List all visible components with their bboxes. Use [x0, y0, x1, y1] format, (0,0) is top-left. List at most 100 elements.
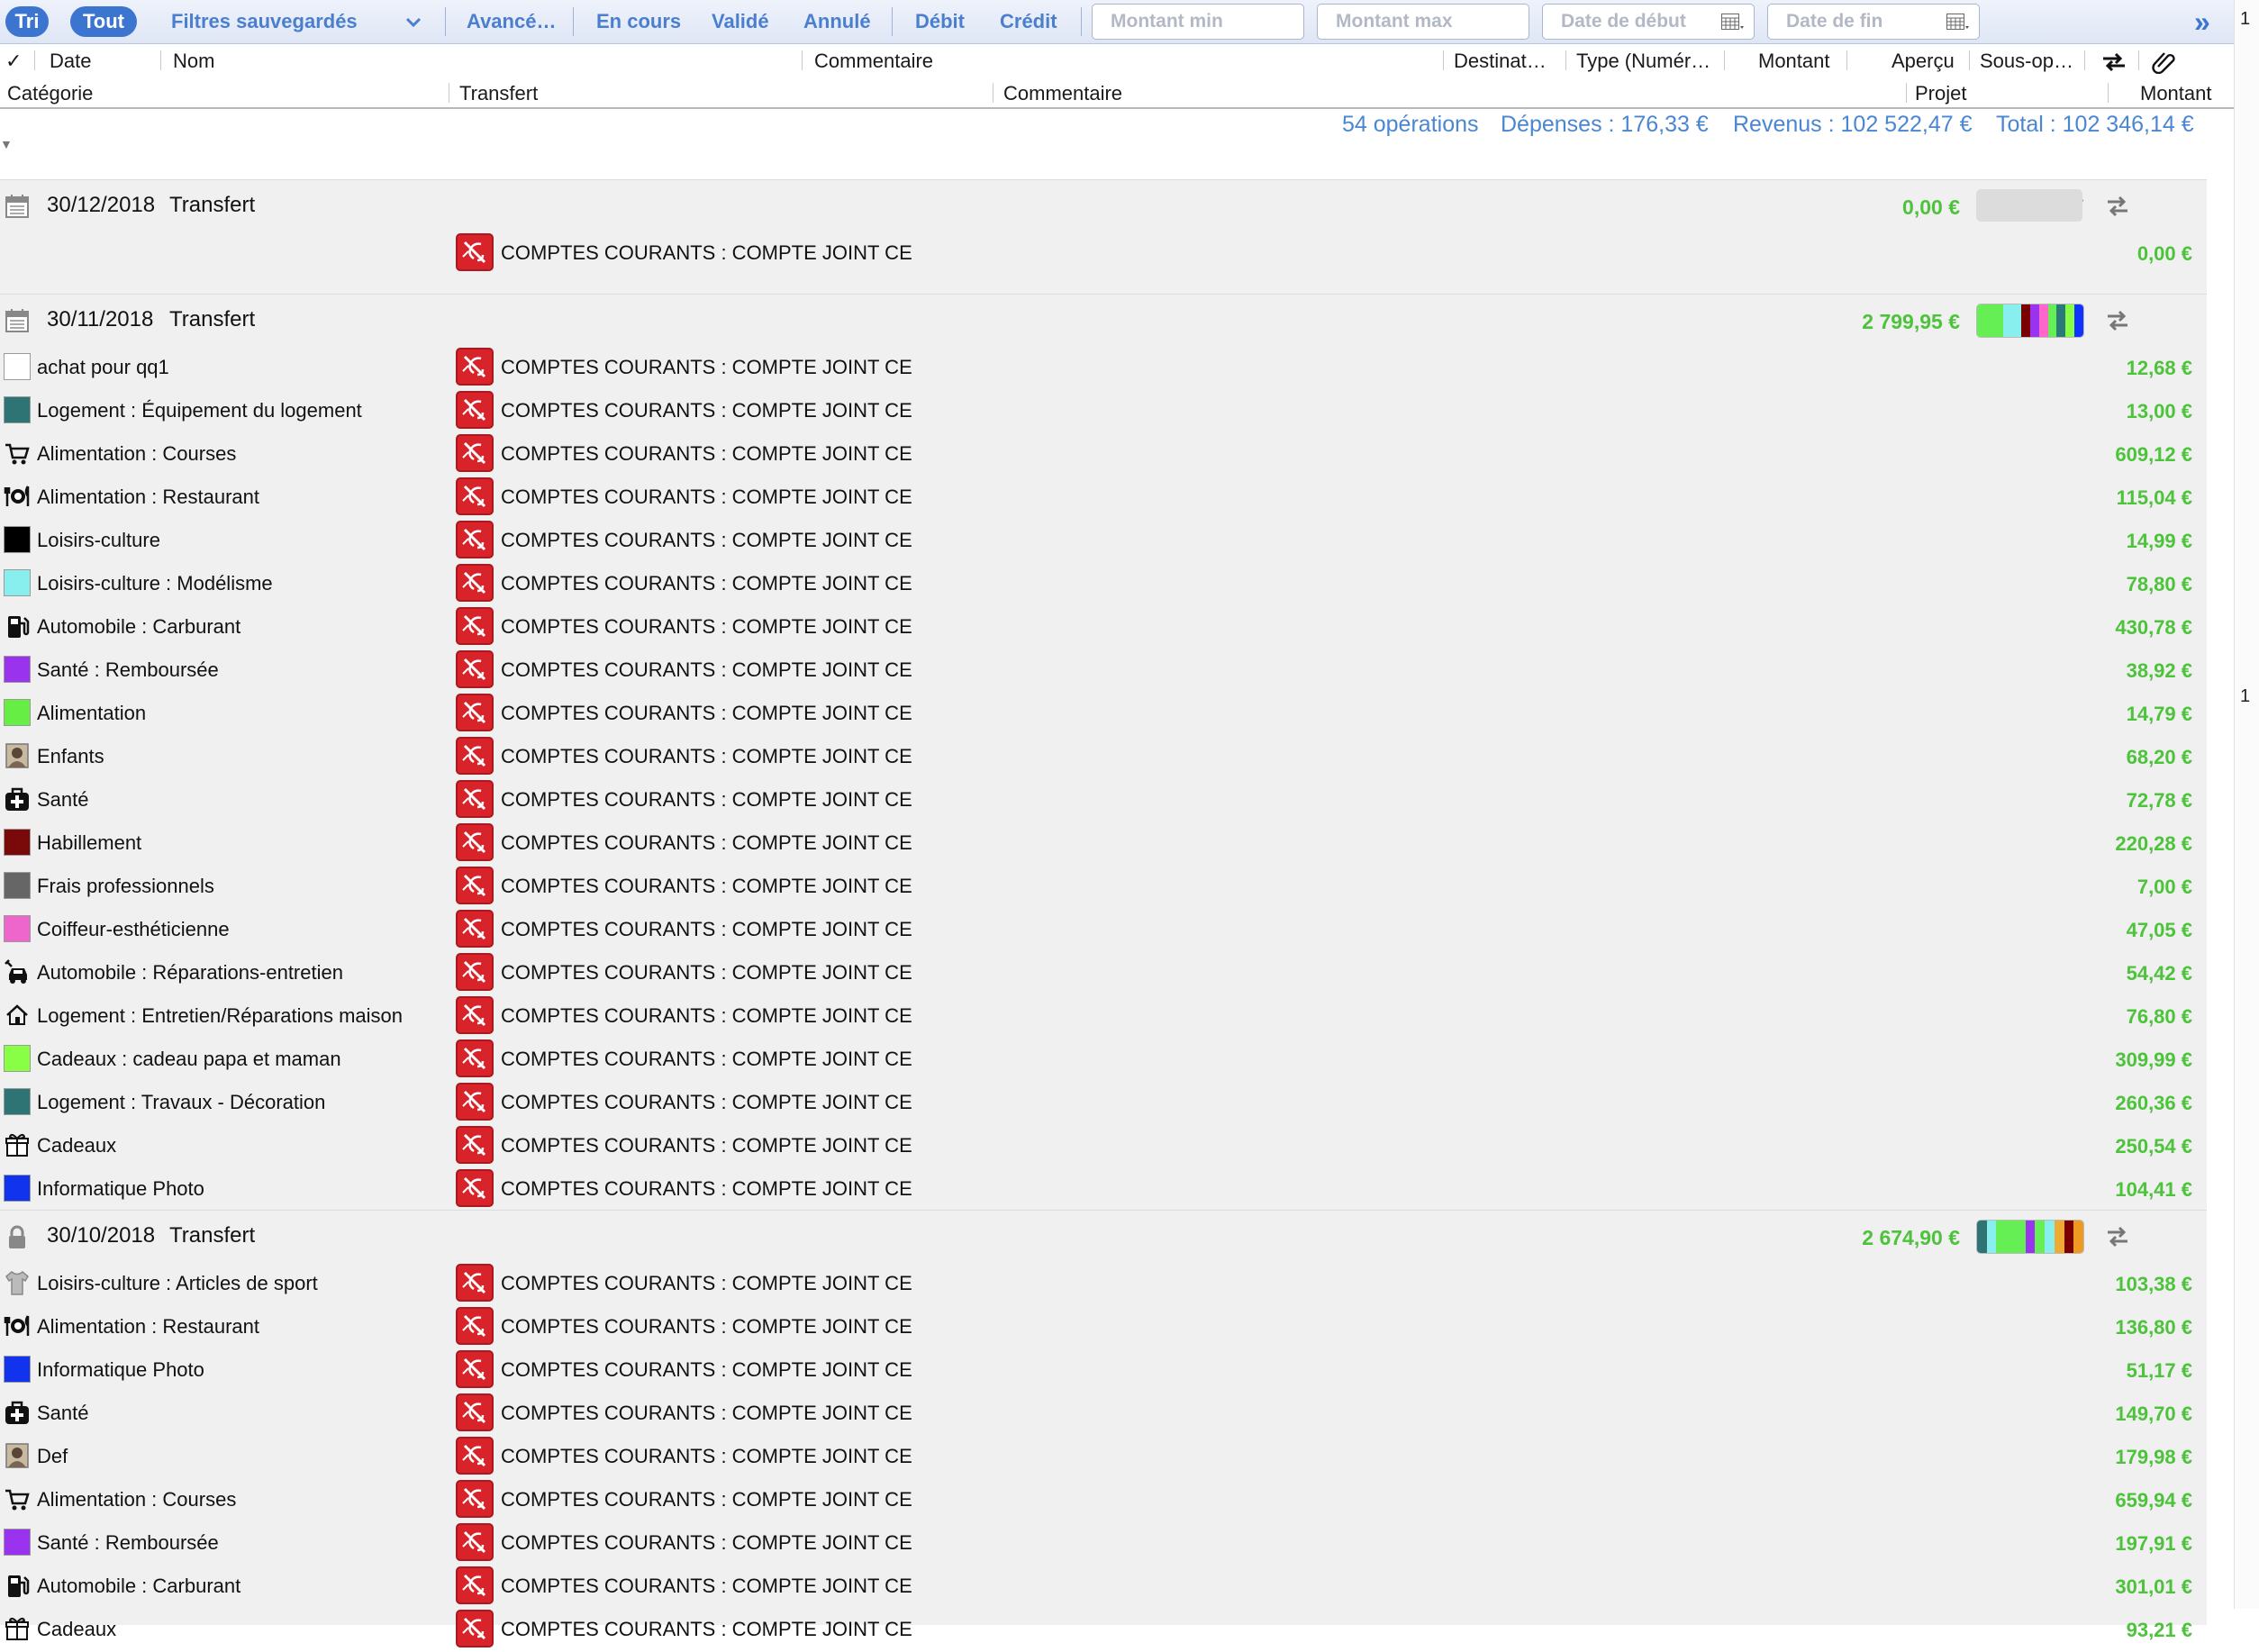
swap-icon[interactable]	[2104, 1223, 2131, 1250]
split-row[interactable]: Enfants COMPTES COURANTS : COMPTE JOINT C…	[0, 734, 2207, 777]
saved-filters-dropdown[interactable]: Filtres sauvegardés	[171, 0, 358, 43]
split-row[interactable]: Cadeaux COMPTES COURANTS : COMPTE JOINT C…	[0, 1123, 2207, 1166]
split-row[interactable]: Santé COMPTES COURANTS : COMPTE JOINT CE 7…	[0, 777, 2207, 821]
more-toolbar-icon[interactable]: »	[2194, 5, 2210, 39]
collapse-triangle-icon[interactable]: ▼	[0, 137, 13, 151]
calendar-grid-icon[interactable]	[1721, 14, 1745, 32]
split-row[interactable]: Informatique Photo COMPTES COURANTS : COM…	[0, 1166, 2207, 1210]
split-row[interactable]: Automobile : Carburant COMPTES COURANTS :…	[0, 1564, 2207, 1607]
header-type[interactable]: Type (Numér…	[1576, 50, 1710, 73]
sort-button[interactable]: Tri	[5, 6, 49, 37]
split-row[interactable]: Santé : Remboursée COMPTES COURANTS : COM…	[0, 1520, 2207, 1564]
split-row[interactable]: Alimentation : Restaurant COMPTES COURANT…	[0, 475, 2207, 518]
split-row[interactable]: Automobile : Réparations-entretien COMPTE…	[0, 950, 2207, 994]
header-category[interactable]: Catégorie	[7, 82, 93, 105]
split-row[interactable]: Cadeaux COMPTES COURANTS : COMPTE JOINT C…	[0, 1607, 2207, 1650]
filter-cancelled-button[interactable]: Annulé	[803, 0, 871, 43]
right-scroll-strip[interactable]: 1 1	[2234, 0, 2259, 1609]
category-label: Informatique Photo	[37, 1177, 204, 1200]
car-repair-icon	[4, 958, 31, 985]
transaction-group-header[interactable]: 30/12/2018Transfert0,00 €0,00 €	[0, 180, 2207, 231]
split-row[interactable]: Alimentation : Courses COMPTES COURANTS :…	[0, 431, 2207, 475]
transaction-group-header[interactable]: 30/10/2018Transfert2 674,90 €5 474,85 €	[0, 1211, 2207, 1261]
transfer-header-icon[interactable]	[2100, 50, 2127, 74]
split-row[interactable]: Habillement COMPTES COURANTS : COMPTE JOI…	[0, 821, 2207, 864]
split-row[interactable]: Def COMPTES COURANTS : COMPTE JOINT CE 179…	[0, 1434, 2207, 1477]
swap-icon[interactable]	[2104, 307, 2131, 334]
transfer-account-label: COMPTES COURANTS : COMPTE JOINT CE	[501, 356, 912, 378]
header-amount[interactable]: Montant	[1758, 50, 1830, 73]
split-row[interactable]: Logement : Travaux - Décoration COMPTES C…	[0, 1080, 2207, 1123]
filter-toolbar: Tri Tout Filtres sauvegardés Avancé… En …	[0, 0, 2234, 44]
filter-all-button[interactable]: Tout	[70, 6, 137, 37]
amount-max-field[interactable]: Montant max	[1317, 4, 1529, 40]
transaction-group[interactable]: 30/10/2018Transfert2 674,90 €5 474,85 €L…	[0, 1210, 2207, 1647]
header-destination[interactable]: Destinat…	[1454, 50, 1547, 73]
category-label: Habillement	[37, 831, 142, 854]
preview-segment	[2065, 304, 2075, 337]
split-row[interactable]: Santé : Remboursée COMPTES COURANTS : COM…	[0, 648, 2207, 691]
split-row[interactable]: Logement : Équipement du logement COMPTES…	[0, 388, 2207, 431]
split-row[interactable]: Automobile : Carburant COMPTES COURANTS :…	[0, 604, 2207, 648]
header-name[interactable]: Nom	[173, 50, 214, 73]
transaction-group[interactable]: 30/11/2018Transfert2 799,95 €2 799,95 €a…	[0, 294, 2207, 1211]
header-transfer[interactable]: Transfert	[459, 82, 538, 105]
header-comment-2[interactable]: Commentaire	[1003, 82, 1122, 105]
filter-pending-button[interactable]: En cours	[596, 0, 681, 43]
preview-segment	[2074, 304, 2083, 337]
filter-debit-button[interactable]: Débit	[915, 0, 965, 43]
category-label: Alimentation : Courses	[37, 442, 237, 465]
calendar-grid-icon[interactable]	[1946, 14, 1970, 32]
advanced-filter-button[interactable]: Avancé…	[467, 0, 556, 43]
header-check[interactable]: ✓	[5, 50, 22, 73]
chevron-down-icon[interactable]	[404, 0, 423, 43]
split-row[interactable]: Alimentation : Restaurant COMPTES COURANT…	[0, 1304, 2207, 1348]
split-amount: 0,00 €	[2137, 242, 2192, 265]
amount-max-placeholder: Montant max	[1336, 11, 1453, 32]
preview-segment	[2073, 1221, 2083, 1253]
date-start-field[interactable]: Date de début	[1542, 4, 1755, 40]
header-date[interactable]: Date	[50, 50, 91, 73]
category-preview-bar	[1976, 189, 2082, 222]
split-row[interactable]: Logement : Entretien/Réparations maison C…	[0, 994, 2207, 1037]
transaction-group[interactable]: 30/12/2018Transfert0,00 €0,00 €COMPTES C…	[0, 179, 2207, 295]
date-end-field[interactable]: Date de fin	[1767, 4, 1980, 40]
split-row[interactable]: Alimentation COMPTES COURANTS : COMPTE JO…	[0, 691, 2207, 734]
split-amount: 260,36 €	[2115, 1092, 2192, 1114]
split-row[interactable]: COMPTES COURANTS : COMPTE JOINT CE 0,00 €	[0, 231, 2207, 274]
split-row[interactable]: Informatique Photo COMPTES COURANTS : COM…	[0, 1348, 2207, 1391]
split-row[interactable]: Loisirs-culture COMPTES COURANTS : COMPTE…	[0, 518, 2207, 561]
header-project[interactable]: Projet	[1915, 82, 1966, 105]
split-row[interactable]: achat pour qq1 COMPTES COURANTS : COMPTE …	[0, 345, 2207, 388]
split-row[interactable]: Loisirs-culture : Modélisme COMPTES COURA…	[0, 561, 2207, 604]
header-preview[interactable]: Aperçu	[1892, 50, 1955, 73]
split-row[interactable]: Frais professionnels COMPTES COURANTS : C…	[0, 864, 2207, 907]
preview-segment	[2064, 1221, 2074, 1253]
attachment-header-icon[interactable]	[2151, 49, 2176, 74]
income-total: Revenus : 102 522,47 €	[1733, 112, 1973, 137]
header-divider	[2108, 83, 2109, 103]
split-row[interactable]: Coiffeur-esthéticienne COMPTES COURANTS :…	[0, 907, 2207, 950]
expenses-total: Dépenses : 176,33 €	[1501, 112, 1709, 137]
transfer-account-label: COMPTES COURANTS : COMPTE JOINT CE	[501, 1531, 912, 1554]
split-row[interactable]: Cadeaux : cadeau papa et maman COMPTES CO…	[0, 1037, 2207, 1080]
category-label: Automobile : Carburant	[37, 615, 241, 638]
transfer-account-label: COMPTES COURANTS : COMPTE JOINT CE	[501, 1488, 912, 1511]
filter-credit-button[interactable]: Crédit	[1000, 0, 1057, 43]
header-amount-2[interactable]: Montant	[2140, 82, 2212, 105]
bank-logo-icon	[456, 780, 494, 818]
transaction-group-header[interactable]: 30/11/2018Transfert2 799,95 €2 799,95 €	[0, 295, 2207, 345]
header-subop[interactable]: Sous-op…	[1980, 50, 2073, 73]
preview-segment	[2021, 304, 2030, 337]
split-row[interactable]: Santé COMPTES COURANTS : COMPTE JOINT CE 1…	[0, 1391, 2207, 1434]
bank-logo-icon	[456, 694, 494, 731]
filter-validated-button[interactable]: Validé	[712, 0, 769, 43]
split-row[interactable]: Alimentation : Courses COMPTES COURANTS :…	[0, 1477, 2207, 1520]
split-row[interactable]: Loisirs-culture : Articles de sport COMPT…	[0, 1261, 2207, 1304]
header-comment[interactable]: Commentaire	[814, 50, 933, 73]
bank-logo-icon	[456, 1169, 494, 1207]
swap-icon[interactable]	[2104, 193, 2131, 220]
amount-min-field[interactable]: Montant min	[1092, 4, 1304, 40]
transfer-account-label: COMPTES COURANTS : COMPTE JOINT CE	[501, 875, 912, 897]
transfer-account-label: COMPTES COURANTS : COMPTE JOINT CE	[501, 702, 912, 724]
